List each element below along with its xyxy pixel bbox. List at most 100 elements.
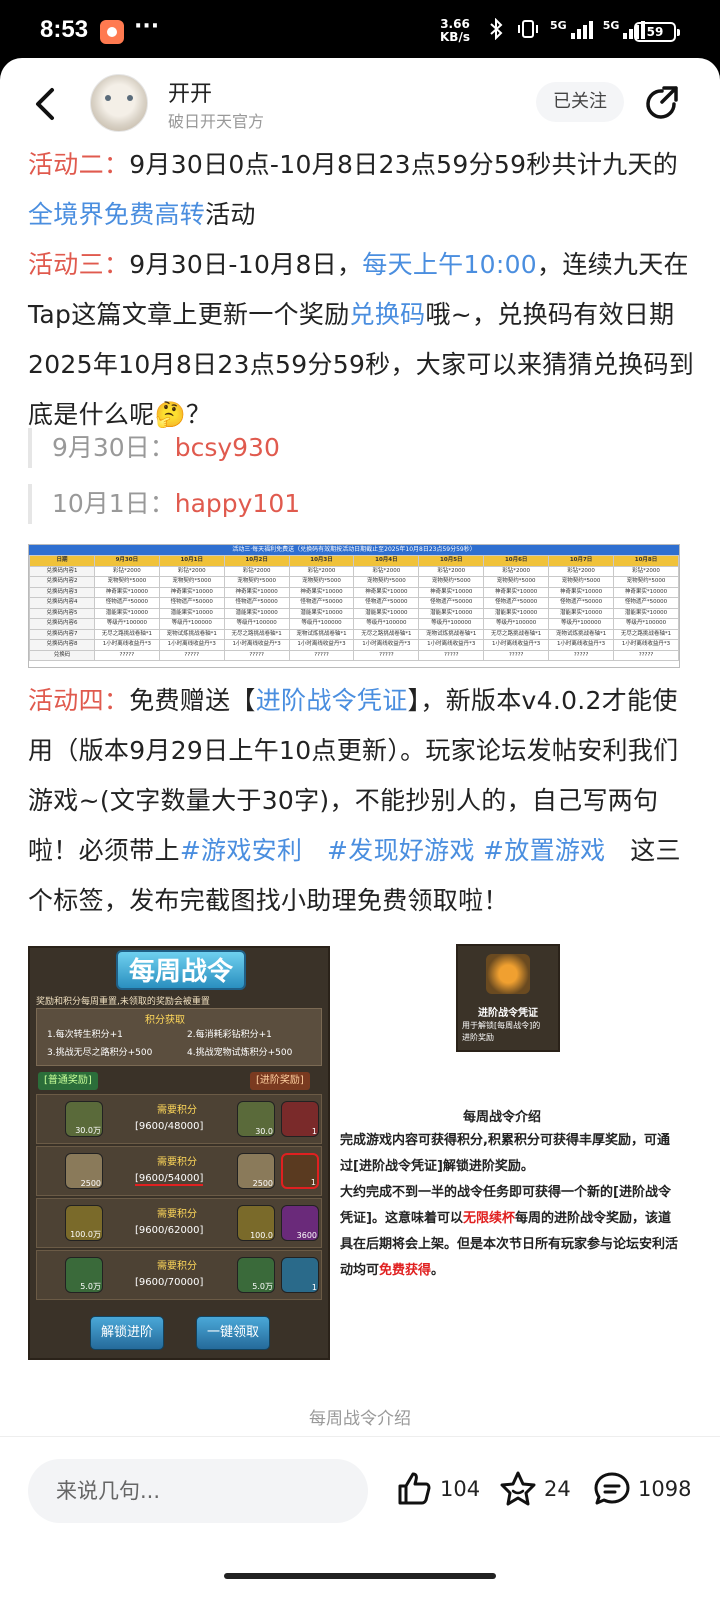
table-row-header: 兑换码内容3 xyxy=(29,586,95,598)
author-name[interactable]: 开开 xyxy=(168,76,212,108)
activity-two-link[interactable]: 全境界免费高转 xyxy=(28,200,205,229)
table-row: 兑换码内容1 彩钻*2000 彩钻*2000 彩钻*2000 彩钻*2000 彩钻*200… xyxy=(29,565,679,577)
code-quote-1: 9月30日：bcsy930 xyxy=(28,428,688,468)
table-cell: 神奇果实*10000 xyxy=(93,586,160,598)
signal-5g-1-icon: 5G xyxy=(550,19,593,39)
reward-amount: 30.0万 xyxy=(75,1126,101,1135)
table-cell: 无尽之路挑战卷轴*1 xyxy=(613,628,679,640)
reward-amount: 1 xyxy=(311,1127,317,1136)
table-cell: 等级丹*100000 xyxy=(418,618,485,630)
table-row: 兑换码内容2 宠物契约*5000 宠物契约*5000 宠物契约*5000 宠物契约*50… xyxy=(29,576,679,588)
table-cell: ????? xyxy=(288,649,355,661)
favorite-button[interactable]: 24 xyxy=(498,1469,571,1509)
table-cell: 潜能果实*10000 xyxy=(93,607,160,619)
table-row: 兑换码内容5 潜能果实*10000 潜能果实*10000 潜能果实*10000 潜能果实… xyxy=(29,607,679,619)
table-cell: 彩钻*2000 xyxy=(613,565,679,577)
table-header-cell: 日期 xyxy=(29,555,95,567)
table-cell: ????? xyxy=(418,649,485,661)
table-header-cell: 10月4日 xyxy=(353,555,420,567)
activity-four-link[interactable]: 进阶战令凭证 xyxy=(256,686,408,715)
table-row-header: 兑换码内容4 xyxy=(29,597,95,609)
activity-three-time-link[interactable]: 每天上午10:00 xyxy=(362,250,537,279)
activity-three-code-link[interactable]: 兑换码 xyxy=(350,300,426,329)
table-header-cell: 10月3日 xyxy=(288,555,355,567)
weekly-pass-image[interactable]: 每周战令 奖励和积分每周重置,未领取的奖励会被重置 积分获取 1.每次转生积分+… xyxy=(28,946,330,1360)
advanced-reward-header: [进阶奖励] xyxy=(250,1072,310,1090)
activity-two-text-end: 活动 xyxy=(205,200,256,229)
table-cell: 怪物遗产*50000 xyxy=(483,597,550,609)
reward-table-title: 活动三·每天福利免费送（兑换码有效期按活动日期截止至2025年10月8日23点5… xyxy=(29,545,679,555)
status-bar: 8:53 ··· 3.66 KB/s 5G 5G 59 xyxy=(0,0,720,64)
table-cell: 彩钻*2000 xyxy=(288,565,355,577)
table-cell: 潜能果实*10000 xyxy=(483,607,550,619)
table-cell: 1小时离线收益丹*3 xyxy=(548,639,615,651)
advanced-pass-title: 进阶战令凭证 xyxy=(478,1008,538,1019)
table-cell: 等级丹*100000 xyxy=(548,618,615,630)
table-cell: 宠物契约*5000 xyxy=(418,576,485,588)
table-cell: 潜能果实*10000 xyxy=(418,607,485,619)
network-speed-unit: KB/s xyxy=(440,30,470,44)
reward-amount: 30.0 xyxy=(255,1127,273,1136)
required-points-label: 需要积分 xyxy=(157,1157,197,1168)
network-type-1: 5G xyxy=(550,19,567,32)
table-cell: 宠物契约*5000 xyxy=(353,576,420,588)
status-time: 8:53 xyxy=(40,16,89,43)
activity-three: 活动三：9月30日-10月8日，每天上午10:00，连续九天在Tap这篇文章上更… xyxy=(28,240,700,440)
table-cell: ????? xyxy=(613,649,679,661)
table-cell: 潜能果实*10000 xyxy=(158,607,225,619)
table-cell: 彩钻*2000 xyxy=(483,565,550,577)
hashtag-game-recommend[interactable]: #游戏安利 xyxy=(180,836,302,865)
reward-table-image[interactable]: 活动三·每天福利免费送（兑换码有效期按活动日期截止至2025年10月8日23点5… xyxy=(28,544,680,668)
table-cell: 1小时离线收益丹*3 xyxy=(353,639,420,651)
comments-button[interactable]: 1098 xyxy=(592,1469,691,1509)
reward-item-icon: 100.0万 xyxy=(65,1205,103,1241)
intro-highlight: 无限续杯 xyxy=(462,1211,515,1226)
table-cell: 1小时离线收益丹*3 xyxy=(223,639,290,651)
table-row-header: 兑换码内容7 xyxy=(29,628,95,640)
code-date: 10月1日： xyxy=(52,489,175,518)
share-icon[interactable] xyxy=(640,82,684,126)
table-row-header: 兑换码内容5 xyxy=(29,607,95,619)
more-notifications-indicator: ··· xyxy=(134,14,160,39)
like-button[interactable]: 104 xyxy=(394,1469,480,1509)
hashtag-discover-games[interactable]: #发现好游戏 xyxy=(327,836,475,865)
table-header-cell: 10月2日 xyxy=(223,555,290,567)
like-count: 104 xyxy=(440,1477,481,1501)
table-cell: 怪物遗产*50000 xyxy=(93,597,160,609)
intro-text-segment: 。 xyxy=(431,1263,445,1278)
hashtag-idle-games[interactable]: #放置游戏 xyxy=(483,836,605,865)
advanced-pass-desc: 用于解锁[每周战令]的 进阶奖励 xyxy=(462,1020,540,1044)
bottom-action-bar: 来说几句... 104 24 1098 xyxy=(0,1436,720,1600)
table-cell: ????? xyxy=(93,649,160,661)
table-header-cell: 9月30日 xyxy=(93,555,160,567)
reward-item-icon: 30.0万 xyxy=(65,1101,103,1137)
avatar[interactable] xyxy=(90,74,148,132)
table-cell: 彩钻*2000 xyxy=(548,565,615,577)
required-points-value: [9600/62000] xyxy=(135,1225,204,1236)
table-cell: 潜能果实*10000 xyxy=(613,607,679,619)
back-arrow-icon[interactable] xyxy=(30,84,62,124)
table-cell: 宠物契约*5000 xyxy=(288,576,355,588)
advanced-pass-card-image[interactable]: 进阶战令凭证 用于解锁[每周战令]的 进阶奖励 xyxy=(456,944,560,1052)
reward-amount: 3600 xyxy=(296,1231,317,1240)
comment-count: 1098 xyxy=(638,1477,692,1501)
table-cell: ????? xyxy=(483,649,550,661)
advanced-pass-desc-line: 进阶奖励 xyxy=(462,1033,494,1042)
table-header-row: 日期 9月30日 10月1日 10月2日 10月3日 10月4日 10月5日 10月6日 10月… xyxy=(29,555,679,567)
table-row: 兑换码内容6 等级丹*100000 等级丹*100000 等级丹*100000 等级丹*… xyxy=(29,618,679,630)
comment-input[interactable]: 来说几句... xyxy=(28,1459,368,1523)
home-indicator[interactable] xyxy=(224,1573,496,1579)
table-cell: 等级丹*100000 xyxy=(93,618,160,630)
image-caption: 每周战令介绍 xyxy=(309,1409,411,1429)
table-row: 兑换码?????????????????????????????????????… xyxy=(29,649,679,661)
reward-item-icon: 2500 xyxy=(65,1153,103,1189)
points-box: 积分获取 1.每次转生积分+1 2.每消耗彩钻积分+1 3.挑战无尽之路积分+5… xyxy=(36,1008,322,1066)
required-points-label: 需要积分 xyxy=(157,1209,197,1220)
status-icons: 5G 5G xyxy=(488,18,646,40)
follow-button[interactable]: 已关注 xyxy=(536,82,624,122)
post-content-2: 活动四：免费赠送【进阶战令凭证】，新版本v4.0.2才能使用（版本9月29日上午… xyxy=(28,676,700,926)
table-cell: 潜能果实*10000 xyxy=(223,607,290,619)
table-cell: 彩钻*2000 xyxy=(418,565,485,577)
table-cell: 宠物契约*5000 xyxy=(483,576,550,588)
table-cell: 等级丹*100000 xyxy=(613,618,679,630)
